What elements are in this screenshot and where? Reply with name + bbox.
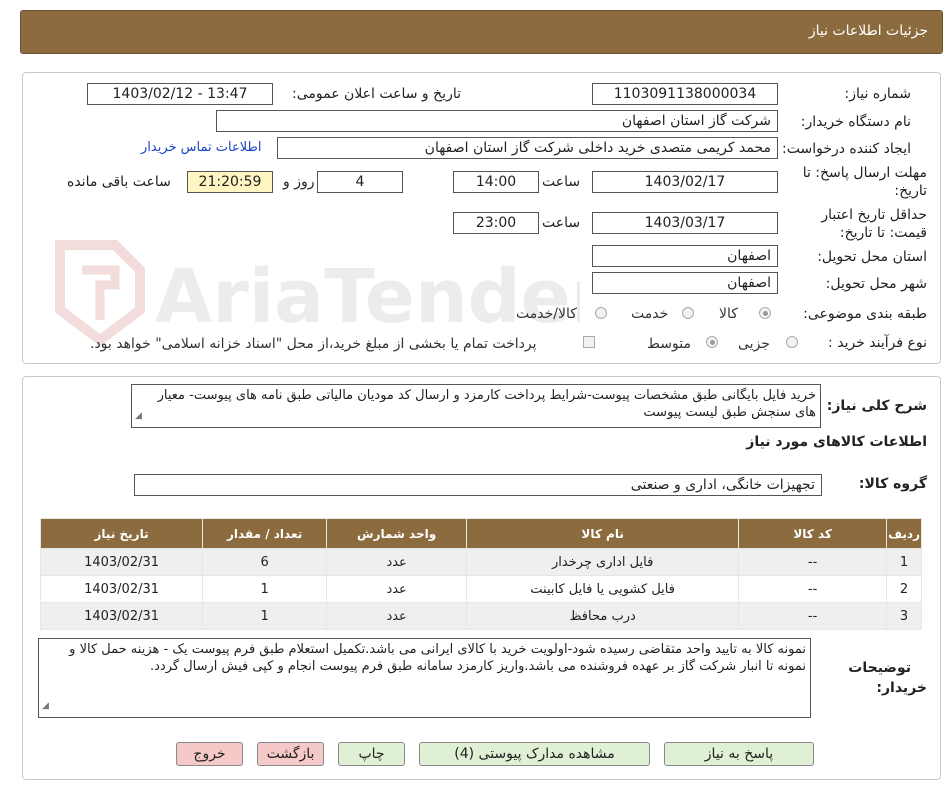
cell-quantity: 6 — [202, 548, 328, 576]
province-field: اصفهان — [592, 245, 778, 267]
city-label: شهر محل تحویل: — [825, 276, 927, 292]
buyer-notes-label-2: خریدار: — [876, 680, 927, 696]
goods-info-title: اطلاعات کالاهای مورد نیاز — [746, 434, 927, 450]
exit-button[interactable]: خروج — [176, 742, 243, 766]
resize-grip-icon[interactable]: ◢ — [135, 408, 142, 425]
cell-unit: عدد — [326, 548, 468, 576]
deadline-label: مهلت ارسال پاسخ: تا تاریخ: — [802, 165, 927, 199]
col-unit: واحد شمارش — [326, 518, 468, 549]
deadline-time-label: ساعت — [542, 174, 581, 190]
goods-table-header: ردیف کد کالا نام کالا واحد شمارش تعداد /… — [39, 518, 922, 549]
summary-text: خرید فایل بایگانی طبق مشخصات پیوست-شرایط… — [157, 388, 816, 420]
buyer-notes-label-1: توضیحات — [848, 660, 911, 676]
contact-buyer-link[interactable]: اطلاعات تماس خریدار — [141, 140, 261, 155]
category-option-goods-service: کالا/خدمت — [516, 306, 577, 322]
cell-name: فایل اداری چرخدار — [466, 548, 740, 576]
category-option-service: خدمت — [631, 306, 669, 322]
process-label: نوع فرآیند خرید : — [828, 335, 927, 351]
cell-row-number: 3 — [886, 602, 922, 630]
cell-need-date: 1403/02/31 — [39, 548, 204, 576]
page-title: جزئيات اطلاعات نياز — [808, 23, 928, 39]
buyer-org-field: شرکت گاز استان اصفهان — [216, 110, 778, 132]
table-row: 1 -- فایل اداری چرخدار عدد 6 1403/02/31 — [39, 548, 922, 576]
watermark-logo: AriaTender.neT — [55, 240, 580, 347]
category-option-goods: کالا — [719, 306, 738, 322]
summary-label: شرح کلی نیاز: — [826, 398, 927, 414]
validity-date-field: 1403/03/17 — [592, 212, 778, 234]
category-radio-goods[interactable] — [759, 307, 771, 319]
buyer-org-label: نام دستگاه خریدار: — [800, 114, 911, 130]
cell-name: درب محافظ — [466, 602, 740, 630]
cell-name: فایل کشویی یا فایل کابینت — [466, 575, 740, 603]
col-name: نام کالا — [466, 518, 740, 549]
creator-field: محمد کریمی متصدی خرید داخلی شرکت گاز است… — [277, 137, 778, 159]
print-button[interactable]: چاپ — [338, 742, 405, 766]
col-row-number: ردیف — [886, 518, 922, 549]
table-row: 2 -- فایل کشویی یا فایل کابینت عدد 1 140… — [39, 575, 922, 603]
cell-row-number: 2 — [886, 575, 922, 603]
announce-label: تاریخ و ساعت اعلان عمومی: — [292, 86, 461, 102]
validity-time-field: 23:00 — [453, 212, 539, 234]
city-field: اصفهان — [592, 272, 778, 294]
creator-label: ایجاد کننده درخواست: — [782, 141, 911, 157]
cell-unit: عدد — [326, 575, 468, 603]
cell-unit: عدد — [326, 602, 468, 630]
need-number-label: شماره نیاز: — [844, 86, 912, 102]
process-radio-minor[interactable] — [786, 336, 798, 348]
process-radio-medium[interactable] — [706, 336, 718, 348]
cell-quantity: 1 — [202, 575, 328, 603]
days-field: 4 — [317, 171, 403, 193]
reply-button[interactable]: پاسخ به نیاز — [664, 742, 814, 766]
category-radio-service[interactable] — [682, 307, 694, 319]
goods-group-label: گروه کالا: — [858, 476, 927, 492]
remaining-label: ساعت باقی مانده — [67, 174, 171, 190]
deadline-date-field: 1403/02/17 — [592, 171, 778, 193]
category-radio-goods-service[interactable] — [595, 307, 607, 319]
announce-field: 1403/02/12 - 13:47 — [87, 83, 273, 105]
watermark-text: AriaTender.neT — [155, 254, 580, 340]
cell-need-date: 1403/02/31 — [39, 575, 204, 603]
buyer-notes-text: نمونه کالا به تایید واحد متقاضی رسیده شو… — [69, 642, 806, 674]
summary-textarea[interactable]: خرید فایل بایگانی طبق مشخصات پیوست-شرایط… — [131, 384, 821, 428]
cell-code: -- — [738, 548, 888, 576]
col-quantity: تعداد / مقدار — [202, 518, 328, 549]
table-row: 3 -- درب محافظ عدد 1 1403/02/31 — [39, 602, 922, 630]
goods-table: ردیف کد کالا نام کالا واحد شمارش تعداد /… — [39, 518, 922, 630]
days-label: روز و — [283, 174, 315, 190]
cell-code: -- — [738, 602, 888, 630]
remaining-time-field: 21:20:59 — [187, 171, 273, 193]
view-attachments-button[interactable]: مشاهده مدارک پیوستی (4) — [419, 742, 650, 766]
validity-time-label: ساعت — [542, 215, 581, 231]
category-label: طبقه بندی موضوعی: — [803, 306, 927, 322]
validity-label: حداقل تاریخ اعتبار قیمت: تا تاریخ: — [821, 207, 927, 241]
province-label: استان محل تحویل: — [817, 249, 927, 265]
cell-code: -- — [738, 575, 888, 603]
col-need-date: تاریخ نیاز — [39, 518, 204, 549]
deadline-time-field: 14:00 — [453, 171, 539, 193]
page-header: جزئيات اطلاعات نياز — [20, 10, 943, 54]
cell-need-date: 1403/02/31 — [39, 602, 204, 630]
cell-quantity: 1 — [202, 602, 328, 630]
need-number-field: 1103091138000034 — [592, 83, 778, 105]
treasury-payment-checkbox[interactable] — [583, 336, 595, 348]
process-option-minor: جزیی — [738, 336, 770, 352]
cell-row-number: 1 — [886, 548, 922, 576]
process-option-medium: متوسط — [647, 336, 691, 352]
buyer-notes-textarea[interactable]: نمونه کالا به تایید واحد متقاضی رسیده شو… — [38, 638, 811, 718]
goods-group-field: تجهیزات خانگی، اداری و صنعتی — [134, 474, 822, 496]
resize-grip-icon[interactable]: ◢ — [42, 698, 49, 715]
treasury-payment-note: پرداخت تمام یا بخشی از مبلغ خرید،از محل … — [90, 336, 537, 352]
back-button[interactable]: بازگشت — [257, 742, 324, 766]
col-code: کد کالا — [738, 518, 888, 549]
